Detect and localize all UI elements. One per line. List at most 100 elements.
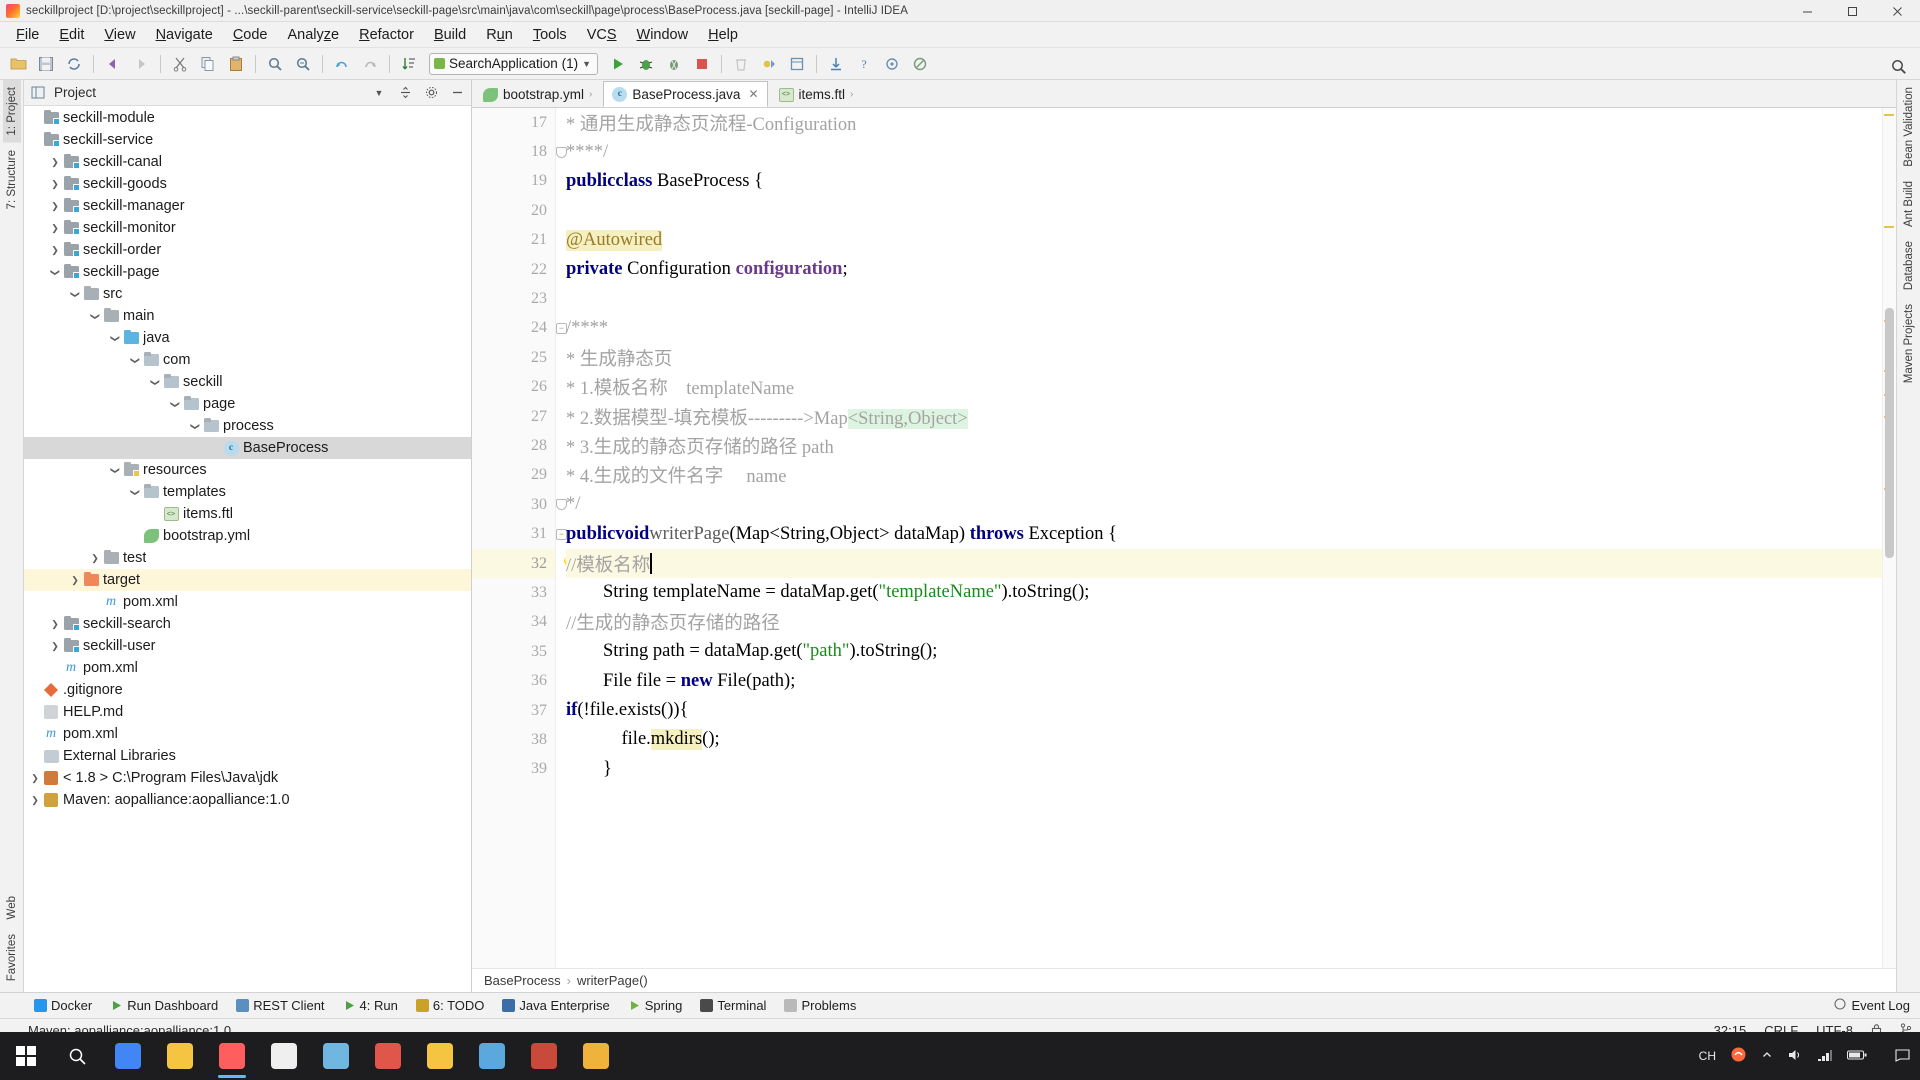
menu-help[interactable]: Help bbox=[698, 25, 748, 45]
chevron-right-icon[interactable]: ❯ bbox=[48, 619, 62, 630]
taskbar-folder[interactable] bbox=[154, 1032, 206, 1080]
gutter-line-number[interactable]: 39 bbox=[472, 755, 555, 784]
tree-node[interactable]: m pom.xml bbox=[24, 723, 471, 745]
replace-icon[interactable] bbox=[290, 51, 316, 77]
menu-view[interactable]: View bbox=[94, 25, 145, 45]
gutter-line-number[interactable]: 26 bbox=[472, 373, 555, 402]
gutter-line-number[interactable]: 36 bbox=[472, 666, 555, 695]
stop-icon[interactable] bbox=[689, 51, 715, 77]
project-tree[interactable]: seckill-module seckill-service ❯ seckill-ca… bbox=[24, 106, 471, 992]
sync-icon[interactable] bbox=[61, 51, 87, 77]
tree-node[interactable]: ❯ seckill-search bbox=[24, 613, 471, 635]
toolwindow-button-rest-client[interactable]: REST Client bbox=[228, 996, 332, 1015]
tree-node[interactable]: ❯ process bbox=[24, 415, 471, 437]
rightbar-tab-database[interactable]: Database bbox=[1900, 234, 1918, 297]
chevron-down-icon[interactable]: ❯ bbox=[50, 265, 61, 279]
tree-node[interactable]: ❯ java bbox=[24, 327, 471, 349]
code-line[interactable] bbox=[566, 196, 1882, 225]
up-chevron-icon[interactable] bbox=[1761, 1049, 1773, 1064]
chevron-down-icon[interactable]: ❯ bbox=[110, 331, 121, 345]
chevron-down-icon[interactable]: ❯ bbox=[150, 375, 161, 389]
code-line[interactable]: file. mkdirs (); bbox=[566, 725, 1882, 754]
undo-icon[interactable] bbox=[329, 51, 355, 77]
code-line[interactable]: * 生成静态页 bbox=[566, 343, 1882, 372]
chevron-down-icon[interactable]: ❯ bbox=[130, 353, 141, 367]
code-line[interactable]: * 4.生成的文件名字 name bbox=[566, 461, 1882, 490]
tree-node[interactable]: ❯ < 1.8 > C:\Program Files\Java\jdk bbox=[24, 767, 471, 789]
chevron-down-icon[interactable]: ❯ bbox=[170, 397, 181, 411]
tree-node[interactable]: ❯ page bbox=[24, 393, 471, 415]
tree-node[interactable]: ❯ src bbox=[24, 283, 471, 305]
tree-node[interactable]: ❯ test bbox=[24, 547, 471, 569]
tree-node[interactable]: ❯ seckill-canal bbox=[24, 151, 471, 173]
gutter-line-number[interactable]: 38 bbox=[472, 725, 555, 754]
code-line[interactable]: */ bbox=[566, 490, 1882, 519]
help-icon[interactable]: ? bbox=[851, 51, 877, 77]
volume-icon[interactable] bbox=[1787, 1048, 1803, 1065]
gutter-line-number[interactable]: 27 bbox=[472, 402, 555, 431]
toolwindow-button-java-enterprise[interactable]: Java Enterprise bbox=[494, 996, 617, 1015]
ime-indicator[interactable]: CH bbox=[1699, 1049, 1716, 1063]
gutter-line-number[interactable]: 18 bbox=[472, 137, 567, 166]
editor-gutter[interactable]: 1718192021222324−25262728293031−32💡33343… bbox=[472, 108, 577, 968]
save-all-icon[interactable] bbox=[33, 51, 59, 77]
tree-node[interactable]: m pom.xml bbox=[24, 591, 471, 613]
gutter-line-number[interactable]: 35 bbox=[472, 637, 555, 666]
menu-navigate[interactable]: Navigate bbox=[146, 25, 223, 45]
tree-node[interactable]: External Libraries bbox=[24, 745, 471, 767]
sidebar-tab-favorites[interactable]: Favorites bbox=[3, 927, 21, 988]
tree-node[interactable]: ❯ Maven: aopalliance:aopalliance:1.0 bbox=[24, 789, 471, 811]
sidebar-tab-structure[interactable]: 7: Structure bbox=[3, 143, 21, 216]
sidebar-tab-web[interactable]: Web bbox=[3, 889, 21, 926]
back-icon[interactable] bbox=[100, 51, 126, 77]
tree-node[interactable]: seckill-module bbox=[24, 107, 471, 129]
find-icon[interactable] bbox=[262, 51, 288, 77]
code-line[interactable]: * 3.生成的静态页存储的路径 path bbox=[566, 431, 1882, 460]
sort-icon[interactable] bbox=[396, 51, 422, 77]
battery-icon[interactable] bbox=[1847, 1049, 1867, 1064]
code-line[interactable]: ****/ bbox=[566, 137, 1882, 166]
gutter-line-number[interactable]: 20 bbox=[472, 196, 555, 225]
menu-tools[interactable]: Tools bbox=[523, 25, 577, 45]
code-line[interactable]: * 1.模板名称 templateName bbox=[566, 373, 1882, 402]
tree-node[interactable]: c BaseProcess bbox=[24, 437, 471, 459]
gutter-line-number[interactable]: 28 bbox=[472, 431, 555, 460]
tab-chevron-icon[interactable]: › bbox=[589, 89, 592, 100]
copy-icon[interactable] bbox=[195, 51, 221, 77]
sogou-icon[interactable] bbox=[1730, 1046, 1747, 1066]
menu-analyze[interactable]: Analyze bbox=[278, 25, 350, 45]
disable-icon[interactable] bbox=[907, 51, 933, 77]
delete-icon[interactable] bbox=[728, 51, 754, 77]
rightbar-tab-maven-projects[interactable]: Maven Projects bbox=[1900, 297, 1918, 390]
sidebar-tab-project[interactable]: 1: Project bbox=[2, 80, 21, 143]
taskbar-app10[interactable] bbox=[570, 1032, 622, 1080]
settings-icon[interactable] bbox=[784, 51, 810, 77]
menu-refactor[interactable]: Refactor bbox=[349, 25, 424, 45]
gutter-line-number[interactable]: 24− bbox=[472, 314, 567, 343]
code-line[interactable]: if (!file.exists()){ bbox=[566, 696, 1882, 725]
chevron-down-icon[interactable]: ❯ bbox=[190, 419, 201, 433]
toolwindow-button-problems[interactable]: Problems bbox=[776, 996, 864, 1015]
breadcrumb-class[interactable]: BaseProcess bbox=[484, 973, 561, 988]
toolwindow-button-spring[interactable]: Spring bbox=[620, 996, 691, 1015]
close-tab-icon[interactable]: ✕ bbox=[748, 87, 758, 101]
menu-edit[interactable]: Edit bbox=[49, 25, 94, 45]
editor-scrollbar-thumb[interactable] bbox=[1885, 308, 1894, 558]
menu-build[interactable]: Build bbox=[424, 25, 476, 45]
tree-node[interactable]: seckill-service bbox=[24, 129, 471, 151]
code-line[interactable]: public class BaseProcess { bbox=[566, 167, 1882, 196]
chevron-right-icon[interactable]: ❯ bbox=[48, 157, 62, 168]
editor-tab-items-ftl[interactable]: <> items.ftl › bbox=[770, 81, 863, 107]
tree-node[interactable]: HELP.md bbox=[24, 701, 471, 723]
code-line[interactable]: } bbox=[566, 755, 1882, 784]
menu-run[interactable]: Run bbox=[476, 25, 523, 45]
redo-icon[interactable] bbox=[357, 51, 383, 77]
chevron-right-icon[interactable]: ❯ bbox=[68, 575, 82, 586]
network-icon[interactable] bbox=[1817, 1048, 1833, 1065]
open-folder-icon[interactable] bbox=[5, 51, 31, 77]
code-line[interactable]: //模板名称 bbox=[566, 548, 1882, 579]
locate-icon[interactable] bbox=[879, 51, 905, 77]
tree-node[interactable]: ❯ templates bbox=[24, 481, 471, 503]
gutter-line-number[interactable]: 34 bbox=[472, 608, 555, 637]
toolwindow-button-4-run[interactable]: 4: Run bbox=[335, 996, 406, 1015]
